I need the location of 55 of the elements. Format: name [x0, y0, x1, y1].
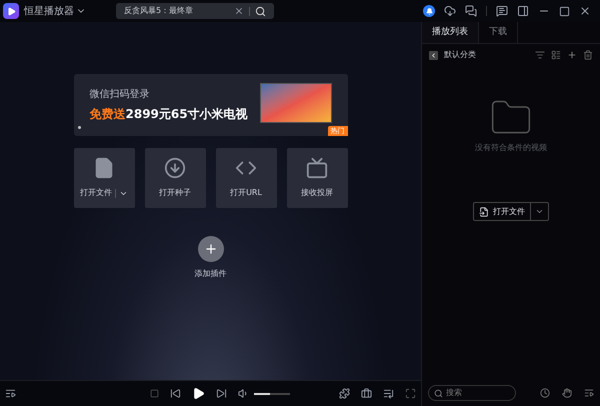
category-label[interactable]: 默认分类: [444, 49, 529, 61]
sort-icon[interactable]: [535, 50, 545, 60]
file-icon: [479, 206, 489, 216]
collapse-button[interactable]: [429, 50, 438, 60]
list-icon[interactable]: [383, 388, 394, 399]
add-plugin-label: 添加插件: [194, 268, 226, 280]
playlist-search-bar[interactable]: 搜索: [428, 385, 516, 401]
list-view-icon[interactable]: [551, 50, 561, 60]
play-icon[interactable]: [192, 387, 205, 400]
clear-icon[interactable]: [234, 6, 244, 16]
fullscreen-icon[interactable]: [405, 388, 416, 399]
feedback-icon[interactable]: [496, 5, 508, 17]
toolbox-icon[interactable]: [361, 388, 372, 399]
download-icon: [164, 157, 186, 179]
app-title-menu[interactable]: 恒星播放器: [24, 4, 86, 18]
chevron-left-icon: [430, 52, 437, 58]
cloud-download-icon[interactable]: [444, 5, 456, 17]
file-icon: [93, 157, 115, 179]
tv-picture: [260, 83, 332, 123]
hand-icon[interactable]: [562, 388, 572, 398]
search-icon: [434, 388, 443, 398]
previous-icon[interactable]: [170, 388, 181, 399]
add-icon[interactable]: [567, 50, 577, 60]
action-tile[interactable]: 打开文件: [74, 148, 134, 208]
search-icon[interactable]: [255, 6, 266, 16]
action-tile[interactable]: 接收投屏: [286, 148, 348, 208]
playlist-icon[interactable]: [584, 388, 594, 398]
playlist-icon[interactable]: [5, 388, 16, 399]
banner-highlight: 免费送: [90, 106, 126, 123]
clock-icon[interactable]: [540, 388, 550, 398]
banner-headline: 2899元65寸小米电视: [126, 106, 248, 123]
panel-tab[interactable]: 下载: [479, 22, 518, 43]
plus-icon: [204, 242, 218, 256]
panel-tab[interactable]: 播放列表: [422, 22, 479, 43]
notification-icon[interactable]: [423, 5, 435, 17]
close-icon[interactable]: [579, 5, 591, 17]
stop-icon[interactable]: [150, 389, 159, 398]
add-plugin-button[interactable]: [198, 236, 224, 262]
screen-icon: [306, 157, 328, 179]
next-icon[interactable]: [216, 388, 227, 399]
volume-icon[interactable]: [238, 388, 249, 399]
app-logo-icon: [3, 3, 19, 19]
action-tile[interactable]: 打开种子: [144, 148, 206, 208]
chat-icon[interactable]: [465, 5, 477, 17]
empty-message: 没有符合条件的视频: [475, 142, 547, 154]
banner-subtitle: 微信扫码登录: [90, 88, 150, 102]
plugin-icon[interactable]: [339, 388, 350, 399]
search-bar[interactable]: 反贪风暴5：最终章: [116, 3, 274, 19]
chevron-down-icon: [535, 207, 544, 216]
open-file-button[interactable]: 打开文件: [473, 202, 549, 221]
delete-icon[interactable]: [583, 50, 593, 60]
search-input[interactable]: 反贪风暴5：最终章: [124, 5, 234, 17]
maximize-icon[interactable]: [559, 6, 570, 16]
search-input[interactable]: 搜索: [446, 387, 510, 399]
action-tile[interactable]: 打开URL: [216, 148, 276, 208]
